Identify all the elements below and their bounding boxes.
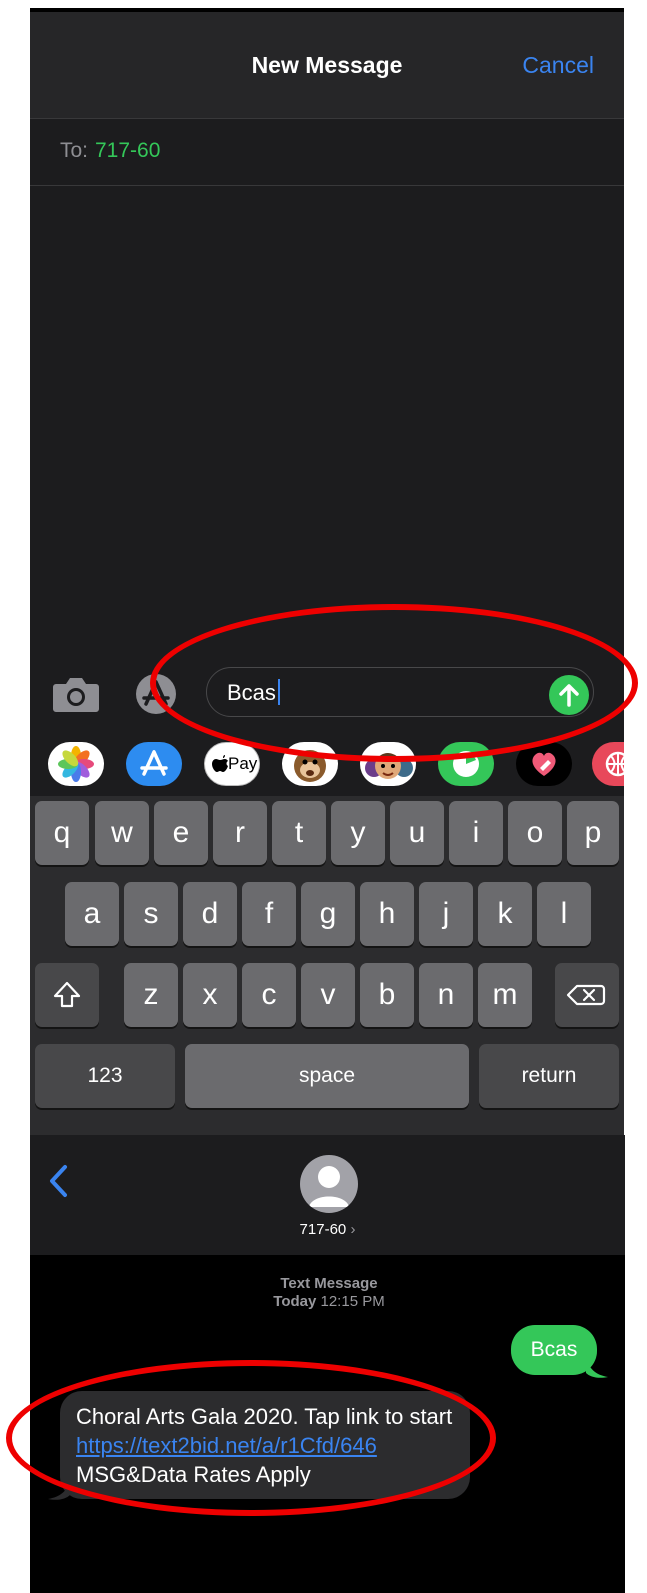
key-l[interactable]: l xyxy=(537,882,591,946)
shift-key[interactable] xyxy=(35,963,99,1027)
key-b[interactable]: b xyxy=(360,963,414,1027)
return-key[interactable]: return xyxy=(479,1044,619,1108)
key-z[interactable]: z xyxy=(124,963,178,1027)
camera-icon[interactable] xyxy=(52,674,100,714)
key-d[interactable]: d xyxy=(183,882,237,946)
key-w[interactable]: w xyxy=(95,801,149,865)
web-search-icon[interactable] xyxy=(592,742,624,786)
key-e[interactable]: e xyxy=(154,801,208,865)
key-u[interactable]: u xyxy=(390,801,444,865)
key-c[interactable]: c xyxy=(242,963,296,1027)
keyboard: q w e r t y u i o p a s d f g h j k l z … xyxy=(30,796,624,1135)
apple-logo-icon xyxy=(212,755,228,772)
timestamp: Today 12:15 PM xyxy=(30,1293,625,1310)
key-m[interactable]: m xyxy=(478,963,532,1027)
recipient-value[interactable]: 717-60 xyxy=(95,139,160,163)
key-p[interactable]: p xyxy=(567,801,619,865)
chevron-right-icon: › xyxy=(350,1221,356,1238)
thread-header: 717-60 › xyxy=(30,1135,625,1255)
key-o[interactable]: o xyxy=(508,801,562,865)
space-key[interactable]: space xyxy=(185,1044,469,1108)
key-i[interactable]: i xyxy=(449,801,503,865)
key-r[interactable]: r xyxy=(213,801,267,865)
key-s[interactable]: s xyxy=(124,882,178,946)
annotation-ellipse-input xyxy=(150,604,638,762)
key-t[interactable]: t xyxy=(272,801,326,865)
numbers-key[interactable]: 123 xyxy=(35,1044,175,1108)
contact-avatar[interactable] xyxy=(300,1155,358,1213)
key-x[interactable]: x xyxy=(183,963,237,1027)
delete-key[interactable] xyxy=(555,963,619,1027)
date-label: Today xyxy=(273,1293,317,1310)
key-k[interactable]: k xyxy=(478,882,532,946)
compose-header: New Message Cancel xyxy=(30,12,624,118)
outgoing-bubble-tail xyxy=(586,1355,608,1378)
apple-pay-icon[interactable]: Pay xyxy=(204,742,260,786)
key-a[interactable]: a xyxy=(65,882,119,946)
annotation-ellipse-message xyxy=(6,1360,496,1516)
key-f[interactable]: f xyxy=(242,882,296,946)
to-label: To: xyxy=(60,139,89,162)
backspace-icon xyxy=(566,984,606,1006)
key-q[interactable]: q xyxy=(35,801,89,865)
key-v[interactable]: v xyxy=(301,963,355,1027)
key-j[interactable]: j xyxy=(419,882,473,946)
back-button[interactable] xyxy=(44,1161,74,1201)
apple-pay-label: Pay xyxy=(228,754,258,773)
app-store-icon[interactable] xyxy=(126,742,182,786)
shift-icon xyxy=(53,981,81,1008)
outgoing-message-text: Bcas xyxy=(530,1338,578,1361)
cancel-button[interactable]: Cancel xyxy=(522,52,594,79)
key-y[interactable]: y xyxy=(331,801,385,865)
outgoing-message-bubble[interactable]: Bcas xyxy=(511,1325,597,1375)
service-label: Text Message xyxy=(280,1275,378,1292)
person-icon xyxy=(309,1166,349,1207)
compose-screen: New Message Cancel To: 717-60 Bcas Pay q… xyxy=(30,8,624,1135)
photos-icon[interactable] xyxy=(48,742,104,786)
contact-name: 717-60 xyxy=(299,1221,347,1238)
time-label: 12:15 PM xyxy=(320,1293,385,1310)
chevron-left-icon xyxy=(50,1165,67,1197)
key-n[interactable]: n xyxy=(419,963,473,1027)
key-h[interactable]: h xyxy=(360,882,414,946)
contact-name-button[interactable]: 717-60 › xyxy=(30,1221,625,1238)
key-g[interactable]: g xyxy=(301,882,355,946)
recipient-field[interactable]: To: 717-60 xyxy=(30,118,624,186)
